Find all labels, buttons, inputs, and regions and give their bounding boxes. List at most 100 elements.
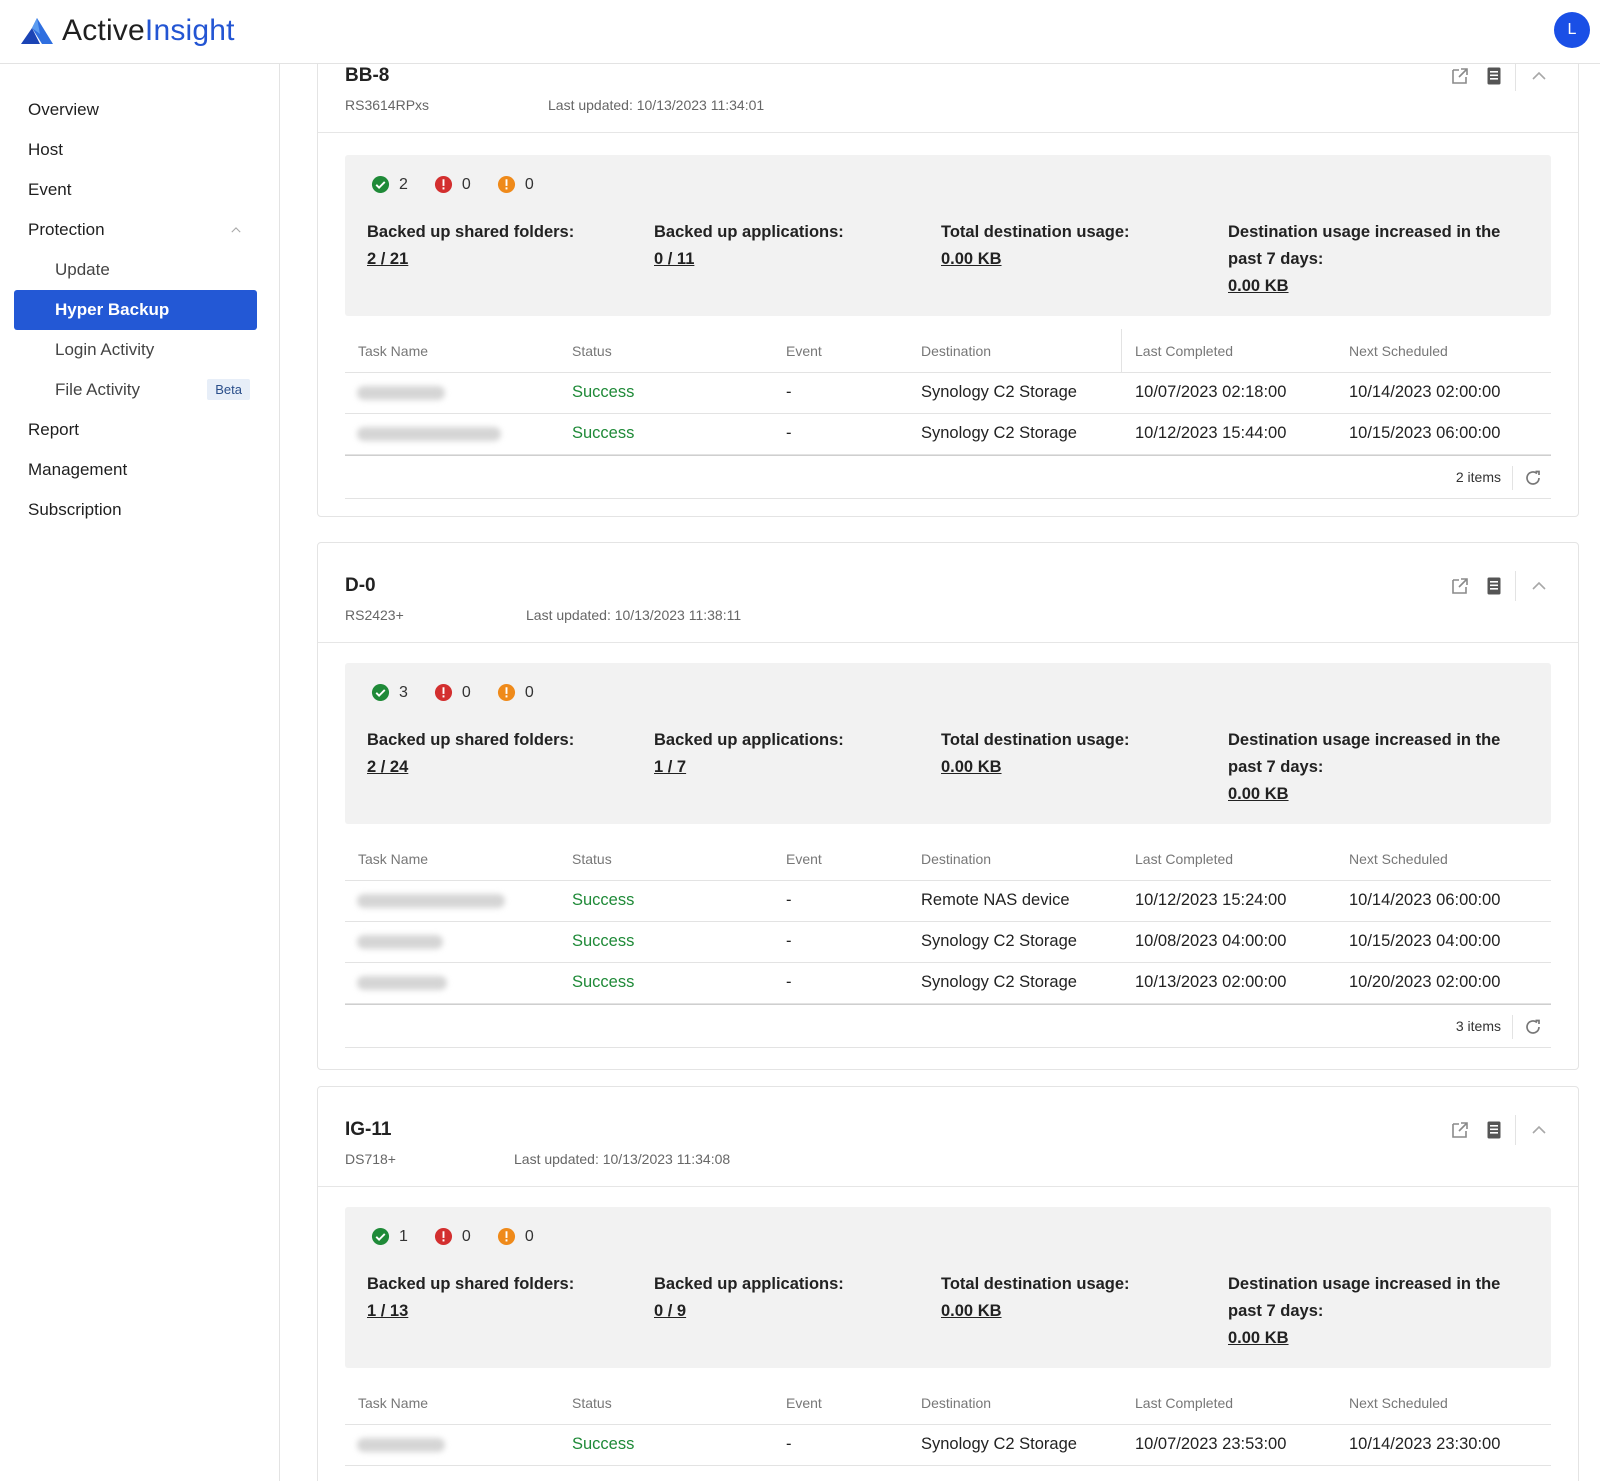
- metric-label: Total destination usage:: [941, 223, 1130, 241]
- col-status[interactable]: Status: [572, 1395, 612, 1411]
- last-completed-cell: 10/12/2023 15:44:00: [1135, 424, 1287, 442]
- applications-link[interactable]: 0 / 11: [654, 246, 934, 273]
- col-event[interactable]: Event: [786, 851, 822, 867]
- success-count[interactable]: 1: [371, 1227, 408, 1246]
- column-resize-handle[interactable]: [1121, 329, 1122, 373]
- warning-count[interactable]: 0: [497, 1227, 534, 1246]
- col-task-name[interactable]: Task Name: [358, 851, 428, 867]
- error-count[interactable]: 0: [434, 1227, 471, 1246]
- col-status[interactable]: Status: [572, 343, 612, 359]
- table-row[interactable]: Success - Remote NAS device 10/12/2023 1…: [345, 881, 1551, 922]
- status-cell: Success: [572, 424, 635, 442]
- col-last-completed[interactable]: Last Completed: [1135, 1395, 1233, 1411]
- table-row[interactable]: Success - Synology C2 Storage 10/07/2023…: [345, 1425, 1551, 1466]
- last-completed-cell: 10/07/2023 02:18:00: [1135, 383, 1287, 401]
- applications-link[interactable]: 0 / 9: [654, 1298, 934, 1325]
- col-event[interactable]: Event: [786, 343, 822, 359]
- metric-label: Backed up shared folders:: [367, 223, 575, 241]
- warning-count[interactable]: 0: [497, 175, 534, 194]
- sidebar-item-hyper-backup[interactable]: Hyper Backup: [14, 290, 257, 330]
- error-count[interactable]: 0: [434, 175, 471, 194]
- collapse-button[interactable]: [1522, 571, 1556, 601]
- status-counts: 2 0 0: [371, 175, 560, 194]
- sidebar-item-label: Host: [28, 140, 63, 159]
- success-count[interactable]: 2: [371, 175, 408, 194]
- sidebar-item-management[interactable]: Management: [14, 450, 257, 490]
- sidebar-item-event[interactable]: Event: [14, 170, 257, 210]
- shared-folders-link[interactable]: 2 / 21: [367, 246, 647, 273]
- col-next-scheduled[interactable]: Next Scheduled: [1349, 1395, 1448, 1411]
- error-icon: [434, 1227, 453, 1246]
- col-status[interactable]: Status: [572, 851, 612, 867]
- chevron-up-icon: [1529, 576, 1549, 596]
- refresh-icon[interactable]: [1523, 468, 1543, 488]
- external-link-icon: [1450, 66, 1470, 86]
- open-external-button[interactable]: [1443, 64, 1477, 91]
- col-task-name[interactable]: Task Name: [358, 343, 428, 359]
- table-row[interactable]: Success - Synology C2 Storage 10/12/2023…: [345, 414, 1551, 455]
- user-avatar[interactable]: L: [1554, 12, 1590, 48]
- warning-icon: [497, 683, 516, 702]
- view-report-button[interactable]: [1477, 1115, 1511, 1145]
- col-next-scheduled[interactable]: Next Scheduled: [1349, 851, 1448, 867]
- sidebar-item-overview[interactable]: Overview: [14, 90, 257, 130]
- task-name-redacted: [357, 894, 505, 908]
- table-row[interactable]: Success - Synology C2 Storage 10/13/2023…: [345, 963, 1551, 1004]
- col-destination[interactable]: Destination: [921, 343, 991, 359]
- sidebar-item-subscription[interactable]: Subscription: [14, 490, 257, 530]
- task-table: Task Name Status Event Destination Last …: [345, 1381, 1551, 1466]
- view-report-button[interactable]: [1477, 571, 1511, 601]
- col-event[interactable]: Event: [786, 1395, 822, 1411]
- app-logo[interactable]: ActiveInsight: [20, 14, 235, 48]
- app-name: ActiveInsight: [62, 14, 235, 47]
- sidebar-item-host[interactable]: Host: [14, 130, 257, 170]
- host-model: RS3614RPxs: [345, 97, 430, 113]
- task-table: Task Name Status Event Destination Last …: [345, 329, 1551, 499]
- warning-count[interactable]: 0: [497, 683, 534, 702]
- open-external-button[interactable]: [1443, 1115, 1477, 1145]
- next-scheduled-cell: 10/15/2023 04:00:00: [1349, 932, 1501, 950]
- shared-folders-link[interactable]: 2 / 24: [367, 754, 647, 781]
- applications-link[interactable]: 1 / 7: [654, 754, 934, 781]
- item-count: 2 items: [1455, 469, 1501, 485]
- usage-increase-link[interactable]: 0.00 KB: [1228, 1325, 1508, 1352]
- sidebar-item-login-activity[interactable]: Login Activity: [14, 330, 257, 370]
- total-usage-link[interactable]: 0.00 KB: [941, 1298, 1221, 1325]
- col-task-name[interactable]: Task Name: [358, 1395, 428, 1411]
- warning-icon: [497, 1227, 516, 1246]
- shared-folders-link[interactable]: 1 / 13: [367, 1298, 647, 1325]
- sidebar-item-protection[interactable]: Protection: [14, 210, 257, 250]
- open-external-button[interactable]: [1443, 571, 1477, 601]
- sidebar-item-file-activity[interactable]: File Activity Beta: [14, 370, 257, 410]
- col-destination[interactable]: Destination: [921, 1395, 991, 1411]
- view-report-button[interactable]: [1477, 64, 1511, 91]
- table-header: Task Name Status Event Destination Last …: [345, 329, 1551, 373]
- sidebar-item-label: Event: [28, 180, 72, 199]
- status-counts: 1 0 0: [371, 1227, 560, 1246]
- usage-increase-link[interactable]: 0.00 KB: [1228, 273, 1508, 300]
- event-cell: -: [786, 973, 792, 991]
- count-value: 0: [524, 175, 534, 193]
- collapse-button[interactable]: [1522, 64, 1556, 91]
- metric-label: Destination usage increased in the past …: [1228, 223, 1501, 268]
- shared-folders-metric: Backed up shared folders: 2 / 24: [367, 727, 647, 781]
- table-row[interactable]: Success - Synology C2 Storage 10/07/2023…: [345, 373, 1551, 414]
- sidebar-item-label: Update: [55, 260, 110, 279]
- activeinsight-logo-icon: [21, 18, 53, 44]
- refresh-icon[interactable]: [1523, 1017, 1543, 1037]
- error-count[interactable]: 0: [434, 683, 471, 702]
- total-usage-link[interactable]: 0.00 KB: [941, 246, 1221, 273]
- sidebar-item-update[interactable]: Update: [14, 250, 257, 290]
- table-row[interactable]: Success - Synology C2 Storage 10/08/2023…: [345, 922, 1551, 963]
- col-last-completed[interactable]: Last Completed: [1135, 343, 1233, 359]
- usage-increase-link[interactable]: 0.00 KB: [1228, 781, 1508, 808]
- col-last-completed[interactable]: Last Completed: [1135, 851, 1233, 867]
- col-destination[interactable]: Destination: [921, 851, 991, 867]
- applications-metric: Backed up applications: 0 / 11: [654, 219, 934, 273]
- collapse-button[interactable]: [1522, 1115, 1556, 1145]
- success-count[interactable]: 3: [371, 683, 408, 702]
- sidebar-item-report[interactable]: Report: [14, 410, 257, 450]
- col-next-scheduled[interactable]: Next Scheduled: [1349, 343, 1448, 359]
- next-scheduled-cell: 10/15/2023 06:00:00: [1349, 424, 1501, 442]
- total-usage-link[interactable]: 0.00 KB: [941, 754, 1221, 781]
